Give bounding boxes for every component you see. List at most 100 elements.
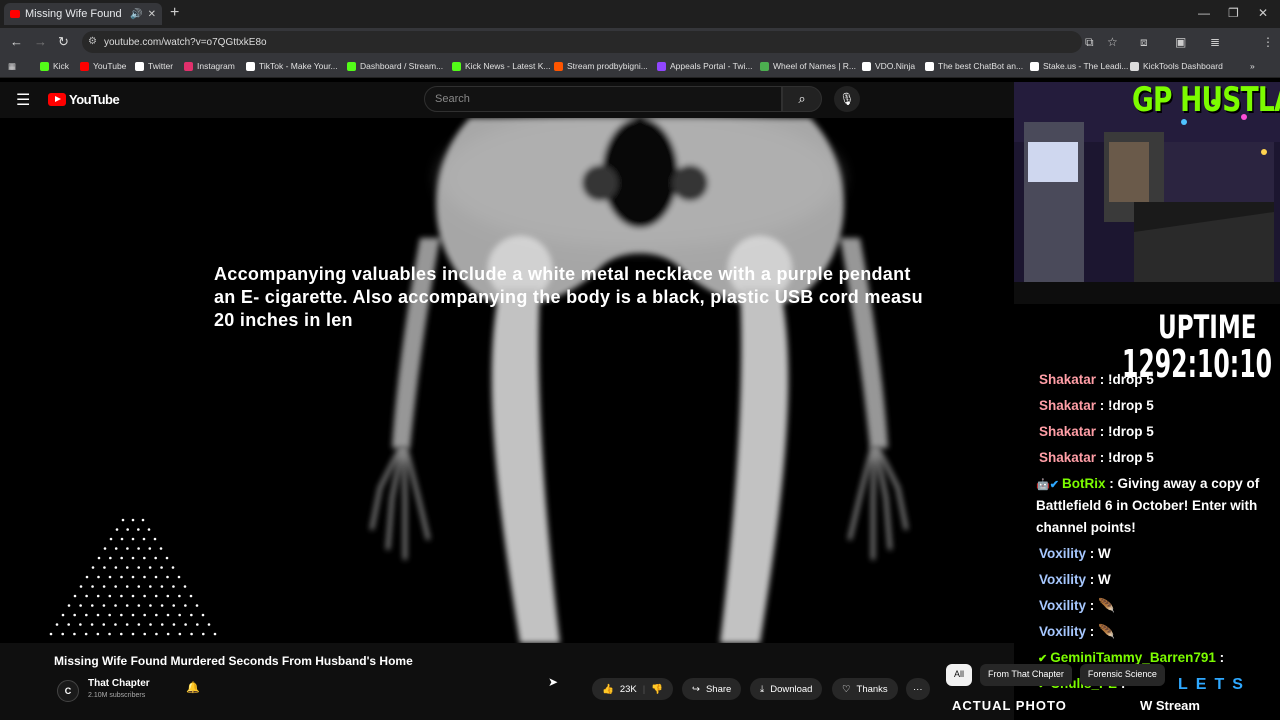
extensions-icon[interactable]: ⧈ — [1140, 35, 1148, 50]
chat-message: 🤖✔ BotRix : Giving away a copy of — [1036, 476, 1259, 491]
bookmark-label: The best ChatBot an... — [938, 61, 1024, 71]
bookmark-favicon-icon — [1130, 61, 1139, 71]
thanks-icon: ♡ — [842, 683, 851, 695]
share-button[interactable]: ↪ Share — [682, 678, 742, 700]
thanks-button[interactable]: ♡ Thanks — [832, 678, 898, 700]
chat-username: BotRix — [1061, 476, 1106, 491]
chat-username: Voxility — [1039, 546, 1087, 561]
maximize-icon[interactable]: ❐ — [1228, 6, 1239, 20]
more-actions-button[interactable]: ··· — [906, 678, 930, 700]
w-stream-label: W Stream — [1140, 698, 1200, 713]
bookmark-label: Kick — [53, 61, 70, 71]
bookmark-item[interactable]: Wheel of Names | R... — [760, 61, 856, 71]
chat-text: : !drop 5 — [1096, 372, 1154, 387]
bookmark-item[interactable]: YouTube — [80, 61, 126, 71]
browser-tabbar: Missing Wife Found Murde 🔊 ✕ + — ❐ ✕ — [0, 0, 1280, 28]
bookmark-favicon-icon — [554, 61, 563, 71]
chat-username: Shakatar — [1039, 424, 1097, 439]
hamburger-menu-icon[interactable]: ☰ — [16, 90, 30, 110]
search-input[interactable]: Search — [424, 86, 782, 112]
microphone-icon: 🎙 — [839, 92, 855, 106]
bookmark-item[interactable]: Instagram — [184, 61, 235, 71]
minimize-icon[interactable]: — — [1198, 6, 1210, 20]
download-button[interactable]: ⤓ Download — [750, 678, 823, 700]
chat-message: Voxility : 🪶 — [1039, 598, 1115, 614]
new-tab-button[interactable]: + — [170, 4, 179, 22]
chat-message: Shakatar : !drop 5 — [1039, 424, 1154, 439]
bookmark-item[interactable]: TikTok - Make Your... — [246, 61, 338, 71]
chat-text: : !drop 5 — [1096, 398, 1154, 413]
close-tab-icon[interactable]: ✕ — [148, 9, 156, 20]
bookmark-label: Appeals Portal - Twi... — [670, 61, 753, 71]
voice-search-button[interactable]: 🎙 — [834, 86, 860, 112]
youtube-logo[interactable]: YouTube — [48, 92, 120, 107]
site-info-icon[interactable]: ⚙ — [88, 36, 97, 47]
bookmark-favicon-icon — [135, 61, 144, 71]
apps-icon[interactable]: ▦ — [8, 61, 16, 72]
bookmark-favicon-icon — [40, 61, 49, 71]
back-icon[interactable]: ← — [10, 34, 23, 49]
recommendation-chips: All From That Chapter Forensic Science — [946, 664, 1165, 686]
chat-message: Voxility : W — [1039, 572, 1111, 587]
channel-name[interactable]: That Chapter — [88, 678, 150, 689]
like-button[interactable]: 👍 23K | 👎 — [592, 678, 674, 700]
menu-dots-icon[interactable]: ⋮ — [1262, 35, 1274, 49]
install-icon[interactable]: ⧉ — [1085, 35, 1094, 50]
reload-icon[interactable]: ↻ — [58, 34, 69, 50]
bookmark-favicon-icon — [184, 61, 193, 71]
speaker-icon[interactable]: 🔊 — [130, 9, 142, 20]
bookmark-star-icon[interactable]: ☆ — [1107, 35, 1118, 49]
youtube-header: ☰ YouTube Search ⌕ 🎙 — [0, 82, 1014, 118]
bookmark-label: YouTube — [93, 61, 127, 71]
bookmark-item[interactable]: Kick — [40, 61, 69, 71]
bookmark-label: Wheel of Names | R... — [773, 61, 856, 71]
omnibox[interactable]: ⚙ youtube.com/watch?v=o7QGttxkE8o — [82, 31, 1082, 53]
bookmark-item[interactable]: Kick News - Latest K... — [452, 61, 551, 71]
forward-icon[interactable]: → — [34, 34, 47, 49]
bookmark-label: VDO.Ninja — [875, 61, 916, 71]
chip-all[interactable]: All — [946, 664, 973, 686]
bookmark-favicon-icon — [80, 61, 89, 71]
bookmark-item[interactable]: Twitter — [135, 61, 173, 71]
youtube-favicon-icon — [10, 10, 20, 18]
url-text: youtube.com/watch?v=o7QGttxkE8o — [104, 36, 267, 48]
like-count: 23K — [619, 683, 637, 695]
bookmark-label: KickTools Dashboard — [1143, 61, 1223, 71]
chat-username: Voxility — [1039, 624, 1087, 639]
bookmark-item[interactable]: Dashboard / Stream... — [347, 61, 443, 71]
chat-message: Voxility : 🪶 — [1039, 624, 1115, 640]
chat-text: Battlefield 6 in October! Enter with — [1036, 498, 1258, 513]
lets-overlay-text: LETS — [1178, 676, 1251, 693]
search-button[interactable]: ⌕ — [782, 86, 822, 112]
bookmark-item[interactable]: The best ChatBot an... — [925, 61, 1023, 71]
chat-message: Battlefield 6 in October! Enter with — [1036, 498, 1257, 513]
chat-text: : W — [1086, 546, 1111, 561]
chat-message: Shakatar : !drop 5 — [1039, 450, 1154, 465]
bookmark-label: TikTok - Make Your... — [259, 61, 338, 71]
more-bookmarks-icon[interactable]: » — [1250, 61, 1255, 71]
bookmark-label: Stake.us - The Leadi... — [1043, 61, 1129, 71]
browser-tab[interactable]: Missing Wife Found Murde 🔊 ✕ — [4, 3, 162, 25]
bookmark-item[interactable]: Stake.us - The Leadi... — [1030, 61, 1128, 71]
bookmark-item[interactable]: KickTools Dashboard — [1130, 61, 1223, 71]
chat-text: : — [1215, 650, 1225, 665]
media-icon[interactable]: ≣ — [1210, 35, 1220, 49]
more-dots-icon: ··· — [913, 683, 923, 695]
notification-bell-icon[interactable]: 🔔 — [186, 681, 200, 694]
bookmark-item[interactable]: Stream prodbybigni... — [554, 61, 648, 71]
bookmark-item[interactable]: Appeals Portal - Twi... — [657, 61, 753, 71]
chat-text: : — [1086, 624, 1099, 639]
chat-text: : Giving away a copy of — [1105, 476, 1260, 491]
uptime-label: UPTIME — [1158, 308, 1257, 346]
bookmark-favicon-icon — [657, 61, 666, 71]
chip-forensic-science[interactable]: Forensic Science — [1079, 664, 1165, 686]
chat-username: GeminiTammy_Barren791 — [1050, 650, 1216, 665]
chat-emote-icon: 🪶 — [1098, 598, 1115, 613]
chat-badge-icon: 🤖✔ — [1036, 479, 1062, 491]
chip-from-channel[interactable]: From That Chapter — [980, 664, 1072, 686]
bookmark-item[interactable]: VDO.Ninja — [862, 61, 915, 71]
sidebar-icon[interactable]: ▣ — [1175, 35, 1186, 49]
close-window-icon[interactable]: ✕ — [1258, 6, 1268, 20]
thumbs-down-icon[interactable]: 👎 — [651, 684, 663, 695]
channel-avatar[interactable]: C — [57, 680, 79, 702]
